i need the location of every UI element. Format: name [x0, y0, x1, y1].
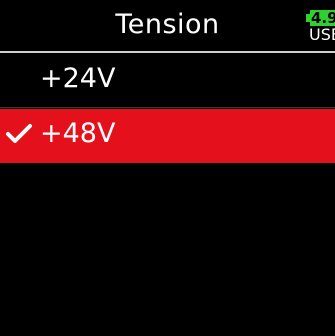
menu-item-label: +24V — [40, 63, 116, 94]
header-divider — [0, 51, 335, 53]
power-source-label: USB — [309, 25, 335, 44]
header: Tension 4.9 USB — [0, 0, 335, 54]
menu-item-48v[interactable]: +48V — [0, 109, 335, 163]
menu-item-label: +48V — [40, 118, 116, 149]
menu-divider — [0, 107, 335, 108]
check-icon — [5, 123, 33, 145]
battery-level: 4.9 — [310, 10, 335, 26]
menu-item-24v[interactable]: +24V — [0, 54, 335, 108]
page-title: Tension — [115, 9, 220, 40]
battery-indicator: 4.9 USB — [306, 6, 335, 46]
